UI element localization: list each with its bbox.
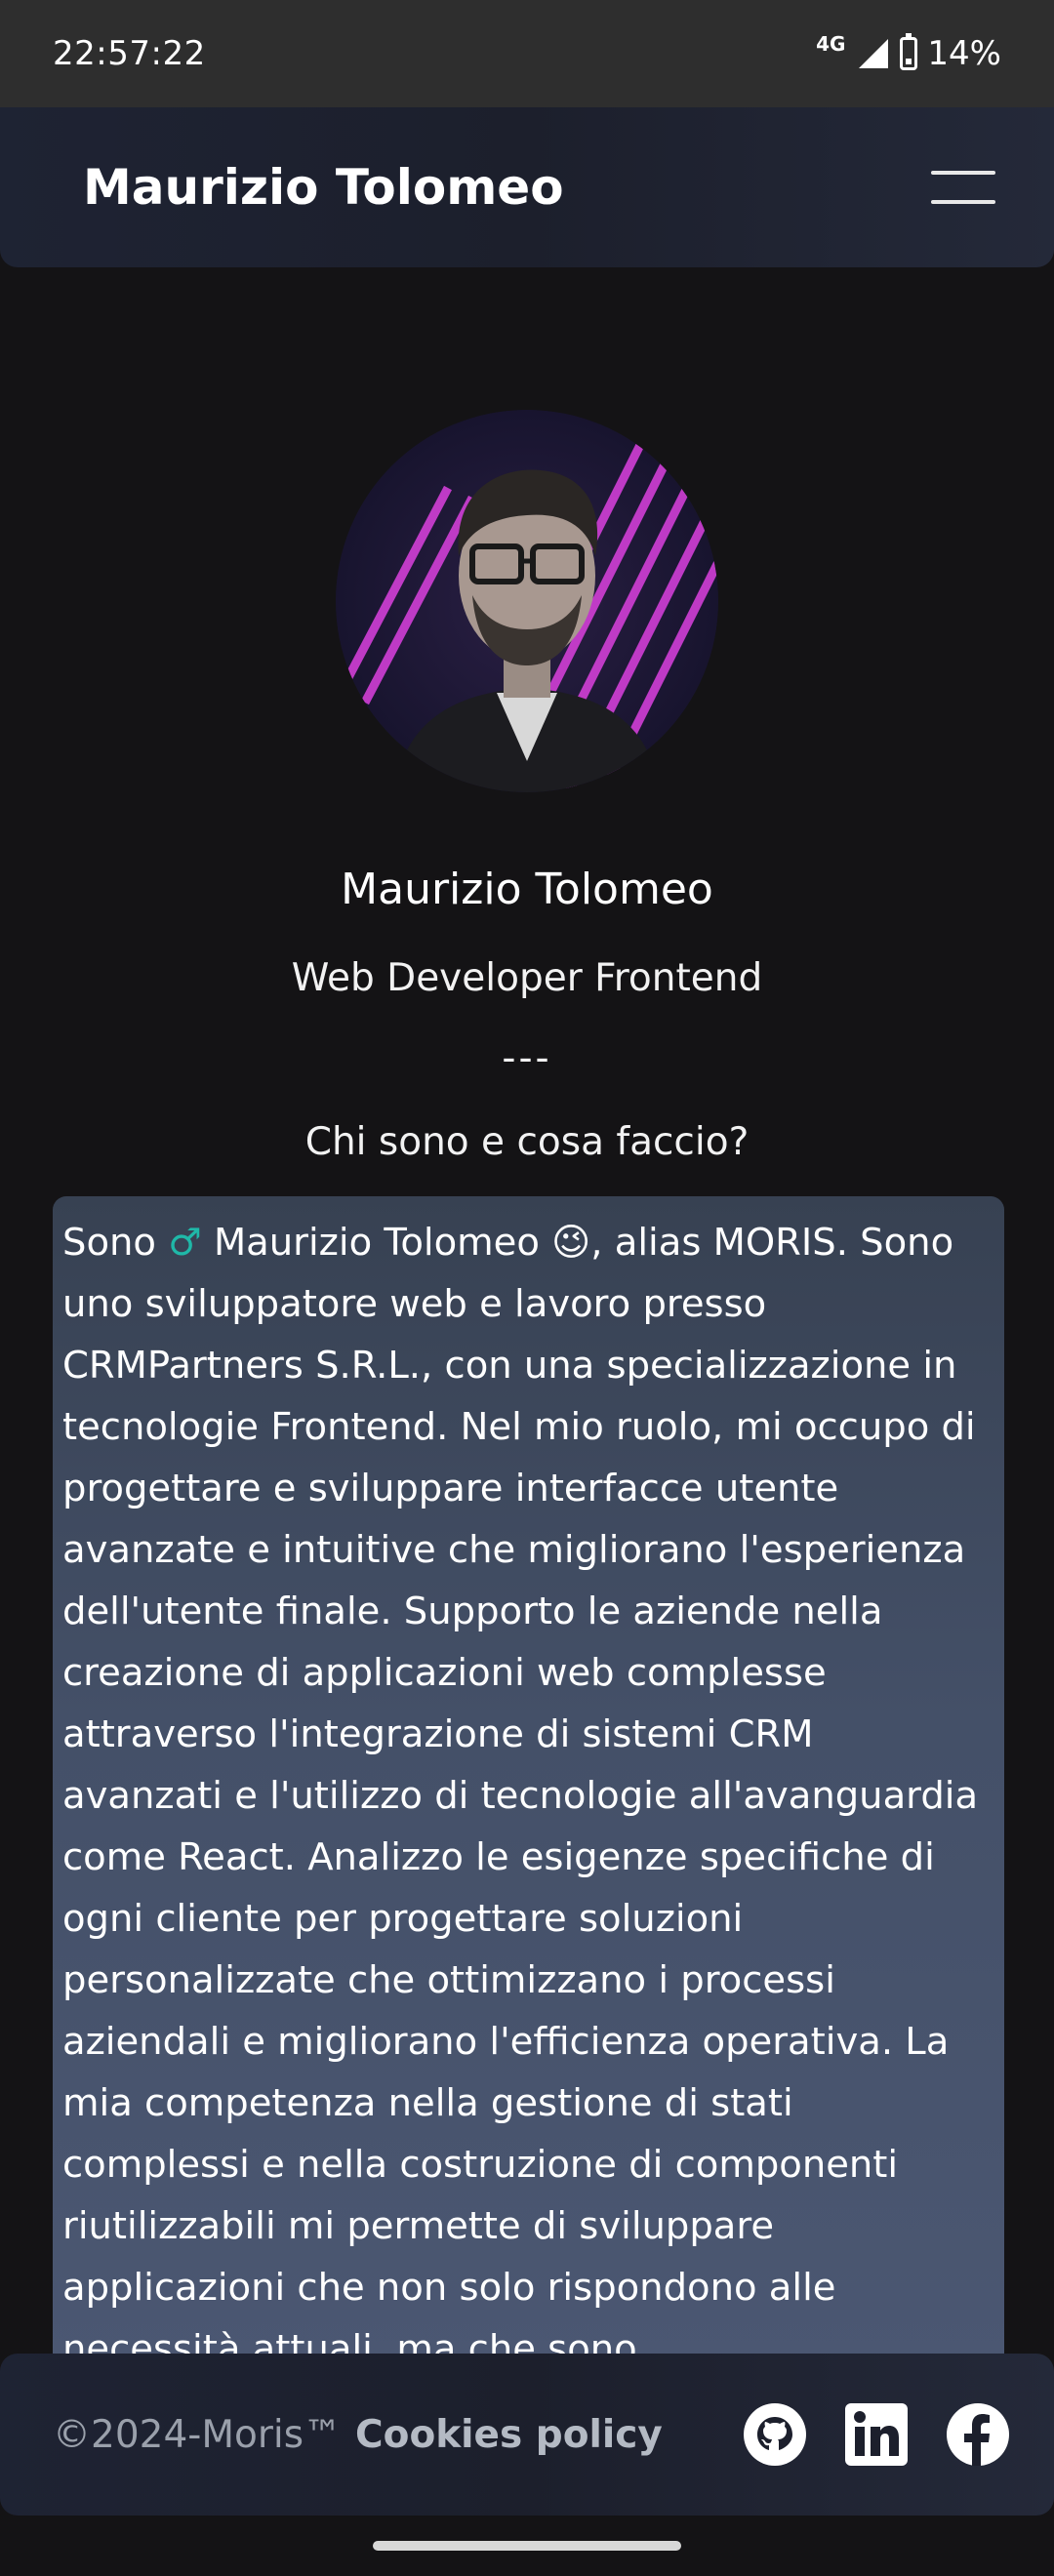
status-time: 22:57:22	[53, 34, 206, 73]
site-header: Maurizio Tolomeo	[0, 107, 1054, 267]
footer-left: ©2024-Moris™ Cookies policy	[53, 2413, 663, 2457]
section-divider: ---	[502, 1036, 552, 1080]
wink-emoji-icon: 😉	[551, 1221, 591, 1265]
hamburger-menu-icon[interactable]	[931, 171, 995, 204]
bio-text: Sono ♂ Maurizio Tolomeo 😉, alias MORIS. …	[62, 1221, 979, 2367]
bio-card: Sono ♂ Maurizio Tolomeo 😉, alias MORIS. …	[53, 1196, 1004, 2367]
cookies-policy-link[interactable]: Cookies policy	[355, 2413, 663, 2457]
male-sign-icon: ♂	[168, 1221, 202, 1265]
network-type: 4G	[816, 32, 846, 56]
status-icons: 4G 14%	[816, 32, 1001, 73]
profile-avatar	[336, 410, 718, 792]
profile-name: Maurizio Tolomeo	[341, 865, 713, 914]
linkedin-icon[interactable]	[845, 2403, 908, 2466]
status-bar: 22:57:22 4G 14%	[0, 0, 1054, 107]
social-links	[744, 2403, 1009, 2466]
github-icon[interactable]	[744, 2403, 806, 2466]
avatar-image	[336, 410, 718, 792]
signal-icon	[859, 39, 889, 68]
site-footer: ©2024-Moris™ Cookies policy	[0, 2354, 1054, 2516]
about-heading: Chi sono e cosa faccio?	[304, 1120, 750, 1164]
profile-role: Web Developer Frontend	[291, 956, 763, 1000]
copyright-text: ©2024-Moris™	[53, 2412, 343, 2457]
battery-icon	[900, 33, 918, 70]
battery-percent: 14%	[927, 34, 1001, 73]
facebook-icon[interactable]	[947, 2403, 1009, 2466]
site-brand[interactable]: Maurizio Tolomeo	[83, 159, 564, 216]
home-indicator[interactable]	[373, 2541, 681, 2551]
